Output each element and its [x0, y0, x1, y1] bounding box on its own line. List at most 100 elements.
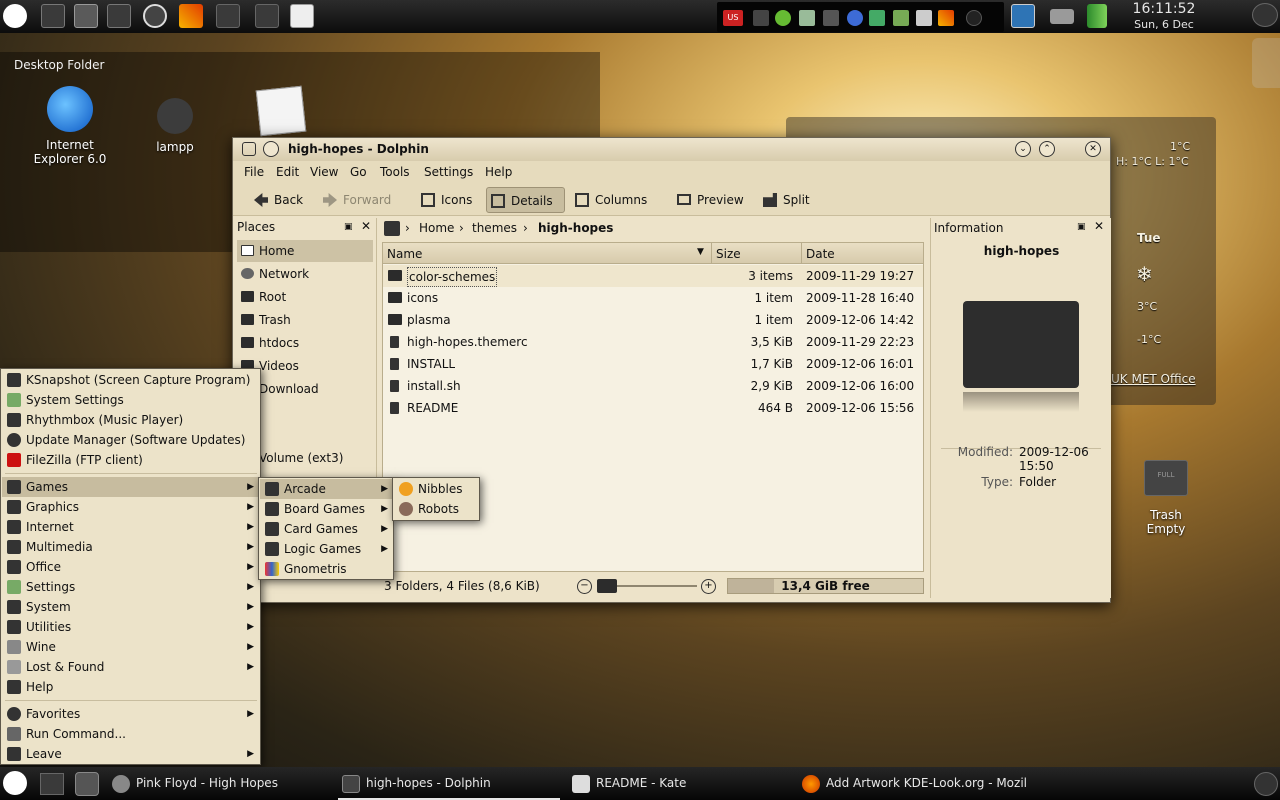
desktop-icon-lampp[interactable]: lampp: [140, 98, 210, 154]
network-icon[interactable]: [775, 10, 791, 26]
table-row[interactable]: high-hopes.themerc 3,5 KiB 2009-11-29 22:2…: [383, 331, 923, 353]
menu-item-office[interactable]: Office ▶: [2, 557, 260, 577]
side-widget-handle[interactable]: [1252, 38, 1280, 88]
clock[interactable]: 16:11:52 Sun, 6 Dec: [1104, 0, 1224, 33]
menu-item-graphics[interactable]: Graphics ▶: [2, 497, 260, 517]
menu-item-rhythmbox[interactable]: Rhythmbox (Music Player): [2, 410, 260, 430]
window-switcher-icon[interactable]: [74, 4, 98, 28]
task-kate[interactable]: README - Kate: [568, 767, 790, 800]
display-icon[interactable]: [1011, 4, 1035, 28]
icons-view-button[interactable]: Icons: [417, 187, 472, 213]
kmenu-launcher-icon[interactable]: [3, 771, 27, 795]
download-icon[interactable]: [869, 10, 885, 26]
menu-item-multimedia[interactable]: Multimedia ▶: [2, 537, 260, 557]
menu-item-favorites[interactable]: Favorites ▶: [2, 704, 260, 724]
preview-button[interactable]: Preview: [673, 187, 744, 213]
panel-close-icon[interactable]: ✕: [361, 219, 371, 233]
task-pink-floyd[interactable]: Pink Floyd - High Hopes: [108, 767, 328, 800]
menu-item-wine[interactable]: Wine ▶: [2, 637, 260, 657]
chat-tray-icon[interactable]: [938, 10, 954, 26]
table-row[interactable]: INSTALL 1,7 KiB 2009-12-06 16:01: [383, 353, 923, 375]
table-row[interactable]: color-schemes 3 items 2009-11-29 19:27: [383, 265, 923, 287]
menu-item-leave[interactable]: Leave ▶: [2, 744, 260, 764]
desktop-icon-internet-explorer[interactable]: Internet Explorer 6.0: [28, 86, 112, 166]
weather-source-link[interactable]: UK MET Office: [1111, 372, 1196, 386]
columns-view-button[interactable]: Columns: [571, 187, 647, 213]
update-icon[interactable]: [799, 10, 815, 26]
table-row[interactable]: install.sh 2,9 KiB 2009-12-06 16:00: [383, 375, 923, 397]
crumb-home[interactable]: Home: [419, 218, 454, 239]
remote-desktop-icon[interactable]: [216, 4, 240, 28]
kmenu-launcher-icon[interactable]: [3, 4, 27, 28]
menu-item-help[interactable]: Help: [2, 677, 260, 697]
menu-file[interactable]: File: [244, 165, 264, 179]
column-date[interactable]: Date: [806, 247, 835, 261]
zoom-out-icon[interactable]: −: [577, 579, 592, 594]
panel-close-icon[interactable]: ✕: [1094, 219, 1104, 233]
menu-item-games[interactable]: Games ▶: [2, 477, 260, 497]
places-item-trash[interactable]: Trash: [237, 309, 373, 331]
places-item-home[interactable]: Home: [237, 240, 373, 262]
menu-item-filezilla[interactable]: FileZilla (FTP client): [2, 450, 260, 470]
crumb-high-hopes[interactable]: high-hopes: [538, 218, 613, 239]
files-launcher-icon[interactable]: [107, 4, 131, 28]
clipboard-icon[interactable]: [753, 10, 769, 26]
split-button[interactable]: Split: [759, 187, 810, 213]
text-editor-icon[interactable]: [290, 4, 314, 28]
places-item-root[interactable]: Root: [237, 286, 373, 308]
cashew-icon[interactable]: [1252, 3, 1278, 27]
mail-icon[interactable]: [1050, 9, 1074, 24]
menu-settings[interactable]: Settings: [424, 165, 473, 179]
maximize-button[interactable]: ⌃: [1039, 141, 1055, 157]
menu-item-robots[interactable]: Robots: [394, 499, 480, 519]
menu-item-ksnapshot[interactable]: KSnapshot (Screen Capture Program): [2, 370, 260, 390]
column-size[interactable]: Size: [716, 247, 741, 261]
table-row[interactable]: plasma 1 item 2009-12-06 14:42: [383, 309, 923, 331]
menu-item-nibbles[interactable]: Nibbles: [394, 479, 480, 499]
cashew-icon[interactable]: [1254, 772, 1278, 796]
document-edit-icon[interactable]: [255, 85, 307, 137]
menu-item-settings[interactable]: Settings ▶: [2, 577, 260, 597]
forward-button[interactable]: Forward: [319, 187, 391, 213]
panel-float-icon[interactable]: ▣: [1077, 222, 1086, 232]
panel-float-icon[interactable]: ▣: [344, 222, 353, 232]
menu-item-system[interactable]: System ▶: [2, 597, 260, 617]
close-button[interactable]: ✕: [1085, 141, 1101, 157]
globe-icon[interactable]: [143, 4, 167, 28]
menu-go[interactable]: Go: [350, 165, 367, 179]
zoom-slider-handle[interactable]: [597, 579, 617, 593]
sticky-button[interactable]: [263, 141, 279, 157]
details-view-button[interactable]: Details: [486, 187, 565, 213]
menu-edit[interactable]: Edit: [276, 165, 299, 179]
menu-item-logic-games[interactable]: Logic Games ▶: [260, 539, 394, 559]
zoom-in-icon[interactable]: +: [701, 579, 716, 594]
menu-item-lost-found[interactable]: Lost & Found ▶: [2, 657, 260, 677]
menu-view[interactable]: View: [310, 165, 338, 179]
keyboard-layout-icon[interactable]: US: [723, 10, 743, 26]
menu-item-internet[interactable]: Internet ▶: [2, 517, 260, 537]
tools-icon[interactable]: [893, 10, 909, 26]
menu-item-board-games[interactable]: Board Games ▶: [260, 499, 394, 519]
volume-icon[interactable]: [823, 10, 839, 26]
column-name[interactable]: Name: [387, 247, 422, 261]
trash-label[interactable]: Trash Empty: [1136, 508, 1196, 536]
trash-icon[interactable]: FULL: [1144, 460, 1188, 496]
table-row[interactable]: README 464 B 2009-12-06 15:56: [383, 397, 923, 419]
window-menu-icon[interactable]: [242, 142, 256, 156]
places-item-htdocs[interactable]: htdocs: [237, 332, 373, 354]
menu-item-update-manager[interactable]: Update Manager (Software Updates): [2, 430, 260, 450]
zoom-slider[interactable]: [597, 579, 697, 593]
crumb-themes[interactable]: themes: [472, 218, 517, 239]
activities-icon[interactable]: [75, 772, 99, 796]
location-icon[interactable]: [966, 10, 982, 26]
back-button[interactable]: Back: [250, 187, 303, 213]
table-row[interactable]: icons 1 item 2009-11-28 16:40: [383, 287, 923, 309]
show-desktop-icon[interactable]: [40, 773, 64, 795]
menu-item-system-settings[interactable]: System Settings: [2, 390, 260, 410]
menu-item-gnometris[interactable]: Gnometris: [260, 559, 394, 579]
bluetooth-icon[interactable]: [847, 10, 863, 26]
root-crumb-icon[interactable]: [384, 221, 400, 236]
task-firefox[interactable]: Add Artwork KDE-Look.org - Mozilla: [798, 767, 1028, 800]
task-dolphin[interactable]: high-hopes - Dolphin: [338, 767, 560, 800]
terminal-icon[interactable]: [255, 4, 279, 28]
